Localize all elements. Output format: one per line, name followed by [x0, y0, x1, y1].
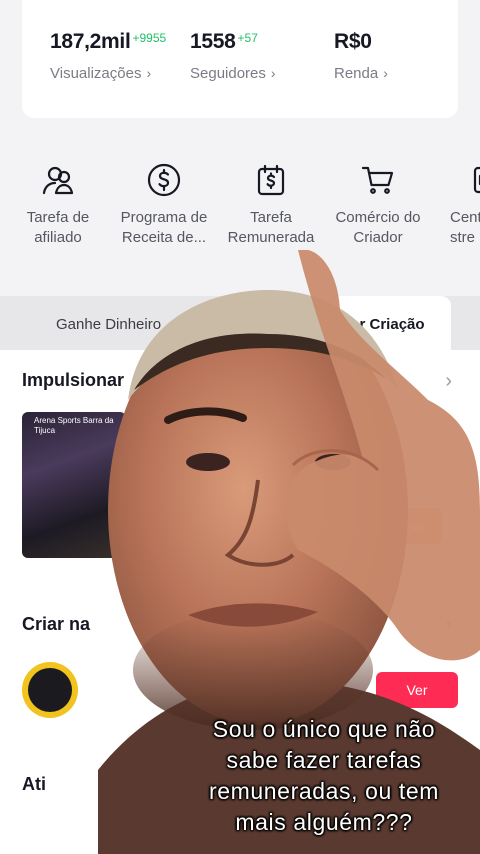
- stat-views-label: Visualizações ›: [50, 65, 166, 82]
- boost-button[interactable]: Impulsionar: [338, 508, 442, 544]
- chevron-right-icon: ›: [383, 65, 388, 81]
- subtitle-line: Sou o único que não: [212, 716, 436, 742]
- subtitle-line: mais alguém???: [235, 809, 413, 835]
- section-title-create: Criar na: [22, 614, 91, 634]
- stat-followers-delta: +57: [237, 31, 258, 45]
- section-title-activity: Ati: [22, 774, 46, 794]
- video-subtitle: Sou o único que não sabe fazer tarefas r…: [168, 714, 480, 838]
- tool-label: Comércio do Criador: [335, 209, 421, 246]
- chevron-right-icon: ›: [270, 65, 276, 81]
- stat-followers-label: Seguidores ›: [190, 65, 276, 82]
- stats-card: 187,2mil +9955 Visualizações › 1558 +57 Seg…: [22, 0, 458, 118]
- tool-paid-task[interactable]: Tarefa Remunerada: [211, 148, 331, 248]
- dollar-circle-icon: [147, 163, 181, 197]
- tool-label: Tarefa de afiliado: [26, 209, 90, 246]
- chevron-right-icon[interactable]: ›: [445, 370, 452, 393]
- video-thumbnail[interactable]: Arena Sports Barra da Tijuca: [22, 412, 126, 558]
- tool-label: Tarefa Remunerada: [227, 209, 315, 246]
- subtitle-line: sabe fazer tarefas: [226, 747, 422, 773]
- view-button[interactable]: Ver: [376, 672, 458, 708]
- paid-task-calendar-icon: [257, 164, 285, 196]
- section-title-boost: Impulsionar: [22, 370, 125, 390]
- tool-affiliate-task[interactable]: Tarefa de afiliado: [0, 148, 118, 248]
- stat-followers-label-text: Seguidores: [190, 65, 266, 82]
- tool-revenue-program[interactable]: Programa de Receita de...: [104, 148, 224, 248]
- tool-label: Programa de Receita de...: [120, 209, 208, 246]
- stat-views-delta: +9955: [132, 31, 167, 45]
- tool-label: Cent stre: [450, 209, 480, 246]
- subtitle-line: remuneradas, ou tem: [208, 778, 439, 804]
- avatar[interactable]: [22, 662, 78, 718]
- stat-views[interactable]: 187,2mil +9955 Visualizações ›: [50, 30, 166, 82]
- affiliate-people-icon: [42, 166, 74, 195]
- stat-income-label-text: Renda: [334, 65, 379, 82]
- stat-followers[interactable]: 1558 +57 Seguidores ›: [190, 30, 276, 82]
- stat-income-value: R$0: [334, 30, 372, 53]
- chevron-right-icon: ›: [146, 65, 152, 81]
- stat-views-value: 187,2mil: [50, 30, 131, 53]
- tab-improve-creation[interactable]: Melhorar Criação: [276, 296, 451, 354]
- stat-income-label: Renda ›: [334, 65, 388, 82]
- stat-followers-value: 1558: [190, 30, 236, 53]
- tool-creator-commerce[interactable]: Comércio do Criador: [318, 148, 438, 248]
- tools-row: Tarefa de afiliado Programa de Receita de.…: [0, 148, 480, 258]
- thumbnail-caption: Arena Sports Barra da Tijuca: [34, 416, 114, 435]
- creator-center-icon: [473, 166, 480, 194]
- tab-earn-money[interactable]: Ganhe Dinheiro: [56, 316, 161, 333]
- tab-bar: Ganhe Dinheiro Melhorar Criação: [0, 296, 480, 354]
- stat-income[interactable]: R$0 Renda ›: [334, 30, 388, 82]
- tool-creator-center[interactable]: Cent stre: [424, 148, 480, 248]
- stat-views-label-text: Visualizações: [50, 65, 142, 82]
- cart-icon: [361, 166, 394, 194]
- chevron-right-icon[interactable]: ›: [445, 614, 452, 637]
